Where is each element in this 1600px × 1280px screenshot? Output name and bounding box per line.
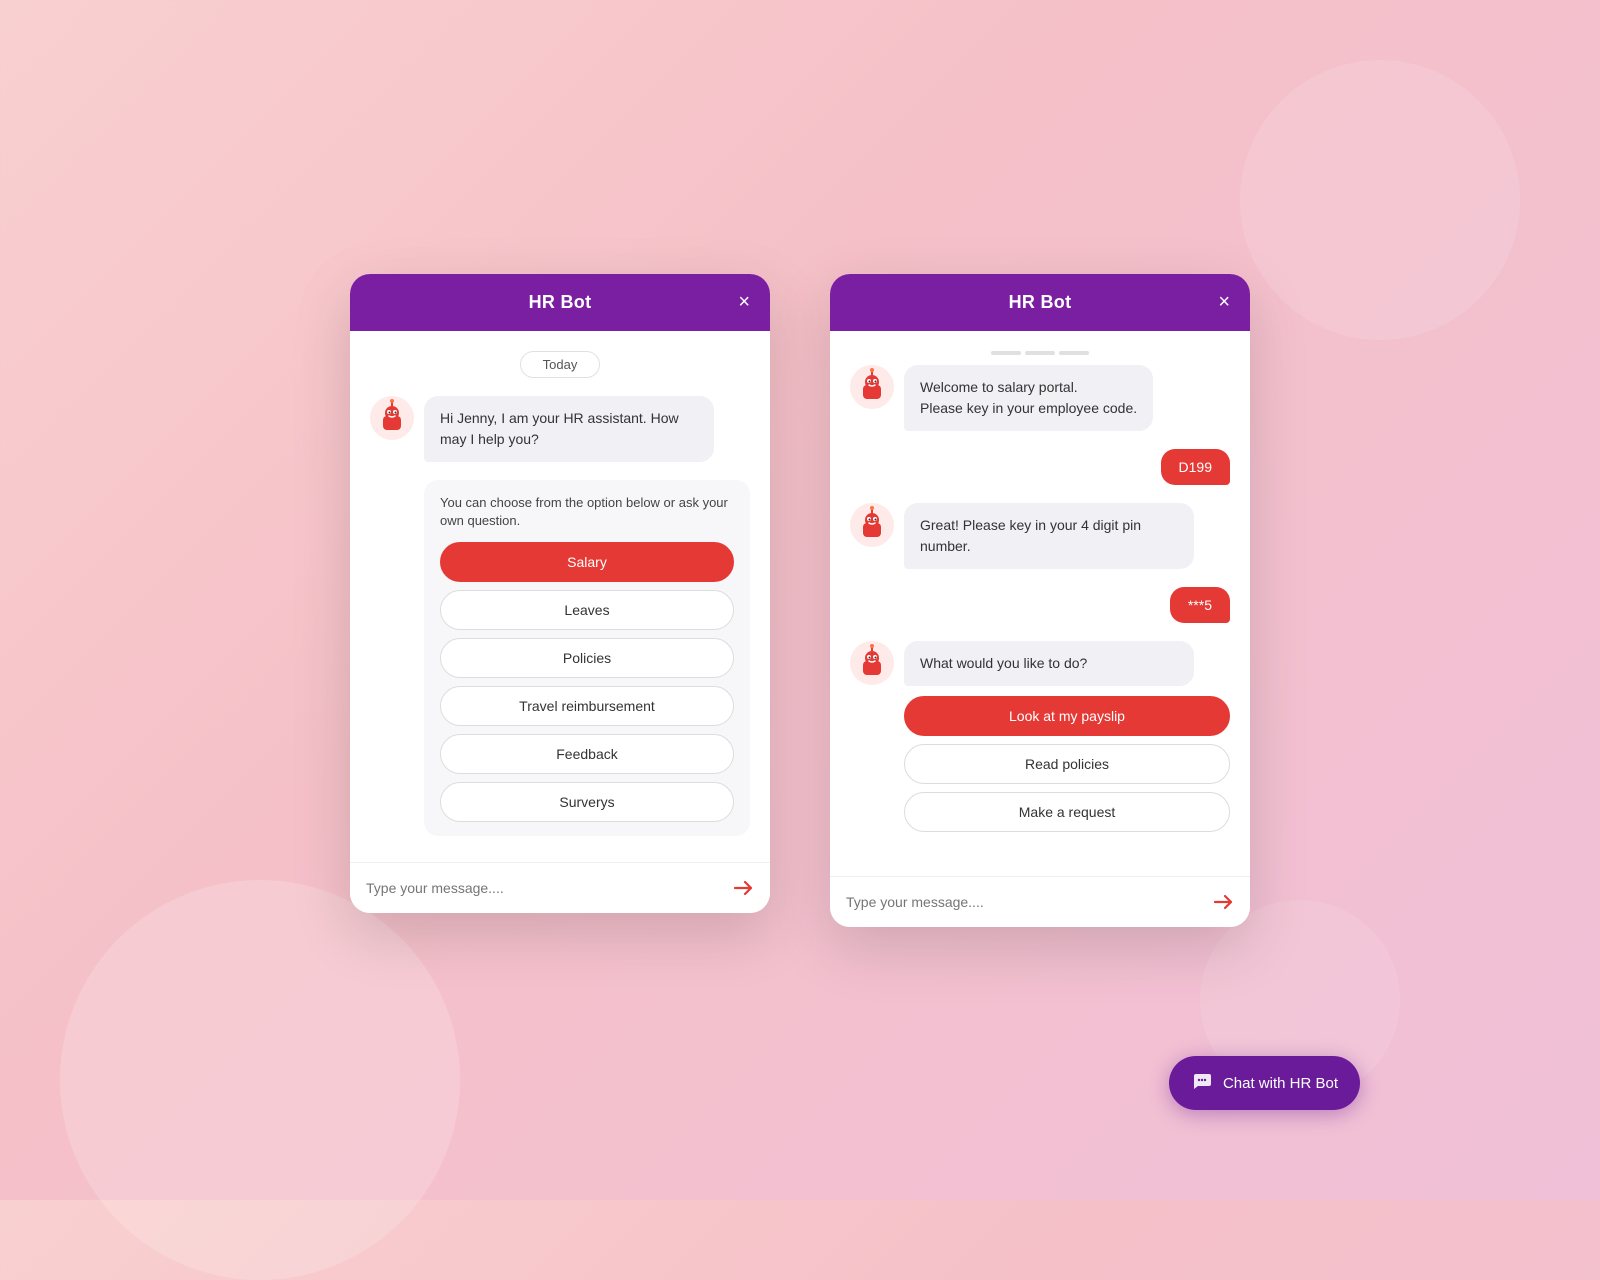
left-chat-title: HR Bot	[529, 292, 592, 313]
left-close-button[interactable]: ×	[738, 292, 750, 312]
right-chat-header: HR Bot ×	[830, 274, 1250, 331]
bg-decoration-1	[60, 880, 460, 1280]
option-leaves[interactable]: Leaves	[440, 590, 734, 630]
option-feedback[interactable]: Feedback	[440, 734, 734, 774]
chat-fab-button[interactable]: Chat with HR Bot	[1169, 1056, 1360, 1110]
left-input-area	[350, 862, 770, 913]
left-send-button[interactable]	[732, 877, 754, 899]
left-chat-header: HR Bot ×	[350, 274, 770, 331]
right-bot-row-1: Welcome to salary portal.Please key in y…	[850, 365, 1230, 431]
left-chat-window: HR Bot × Today	[350, 274, 770, 913]
left-chat-body: Today	[350, 331, 770, 862]
right-chat-body: Welcome to salary portal.Please key in y…	[830, 331, 1250, 876]
right-user-bubble-2: ***5	[1170, 587, 1230, 623]
option-policies[interactable]: Policies	[440, 638, 734, 678]
right-bot-avatar-2	[850, 503, 894, 547]
chat-fab-label: Chat with HR Bot	[1223, 1075, 1338, 1092]
right-message-input[interactable]	[846, 894, 1202, 910]
right-option-policies[interactable]: Read policies	[904, 744, 1230, 784]
option-travel[interactable]: Travel reimbursement	[440, 686, 734, 726]
right-user-row-2: ***5	[850, 587, 1230, 623]
right-bot-bubble-2: Great! Please key in your 4 digit pin nu…	[904, 503, 1194, 569]
right-option-request[interactable]: Make a request	[904, 792, 1230, 832]
right-user-bubble-1: D199	[1161, 449, 1230, 485]
scroll-indicator	[850, 351, 1230, 365]
right-close-button[interactable]: ×	[1218, 292, 1230, 312]
date-badge: Today	[370, 351, 750, 378]
right-chat-title: HR Bot	[1009, 292, 1072, 313]
chat-windows-container: HR Bot × Today	[350, 274, 1250, 927]
right-bot-bubble-3: What would you like to do?	[904, 641, 1194, 686]
right-option-payslip[interactable]: Look at my payslip	[904, 696, 1230, 736]
left-bot-greeting-bubble: Hi Jenny, I am your HR assistant. How ma…	[424, 396, 714, 462]
right-chat-window: HR Bot ×	[830, 274, 1250, 927]
right-send-button[interactable]	[1212, 891, 1234, 913]
right-bot-avatar-1	[850, 365, 894, 409]
left-options-card: You can choose from the option below or …	[424, 480, 750, 836]
left-options-intro: You can choose from the option below or …	[440, 494, 734, 530]
left-bot-avatar	[370, 396, 414, 440]
option-surveys[interactable]: Surverys	[440, 782, 734, 822]
right-input-area	[830, 876, 1250, 927]
option-salary[interactable]: Salary	[440, 542, 734, 582]
left-bot-greeting-row: Hi Jenny, I am your HR assistant. How ma…	[370, 396, 750, 462]
chat-fab-icon	[1191, 1070, 1213, 1096]
right-bot-bubble-1: Welcome to salary portal.Please key in y…	[904, 365, 1153, 431]
right-user-row-1: D199	[850, 449, 1230, 485]
right-bot-avatar-3	[850, 641, 894, 685]
right-bot-row-2: Great! Please key in your 4 digit pin nu…	[850, 503, 1230, 569]
bg-decoration-2	[1240, 60, 1520, 340]
right-bot-row-3: What would you like to do? Look at my pa…	[850, 641, 1230, 848]
left-message-input[interactable]	[366, 880, 722, 896]
